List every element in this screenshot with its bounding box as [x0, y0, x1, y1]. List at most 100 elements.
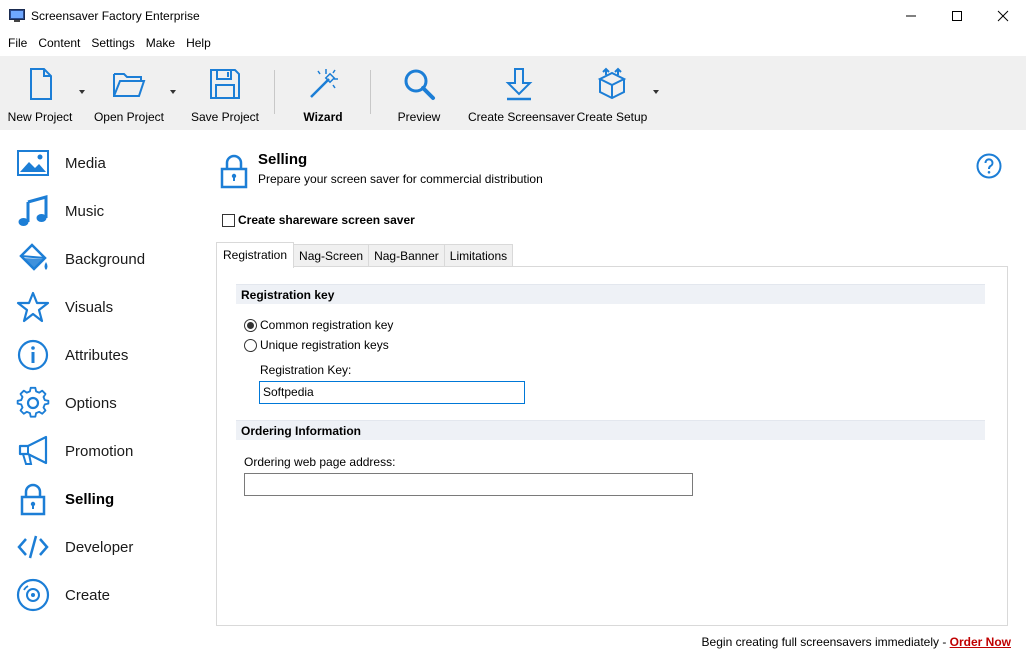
- sidebar-item-label: Developer: [65, 539, 134, 556]
- sidebar-item-music[interactable]: Music: [0, 186, 200, 234]
- sidebar-item-label: Music: [65, 203, 105, 220]
- sidebar-item-label: Options: [65, 395, 117, 412]
- preview-label: Preview: [397, 110, 441, 124]
- tab-nag-screen[interactable]: Nag-Screen: [293, 244, 370, 268]
- tab-bar: Registration Nag-Screen Nag-Banner Limit…: [216, 242, 514, 268]
- minimize-button[interactable]: [888, 0, 934, 32]
- open-project-dropdown-icon[interactable]: [170, 90, 176, 94]
- tab-registration[interactable]: Registration: [216, 242, 295, 268]
- group-header-registration: Registration key: [236, 284, 985, 304]
- open-project-label: Open Project: [93, 110, 165, 124]
- magnifier-icon: [404, 69, 435, 100]
- page-subtitle: Prepare your screen saver for commercial…: [258, 172, 543, 186]
- close-icon: [997, 10, 1009, 22]
- sidebar-item-label: Visuals: [65, 299, 114, 316]
- sidebar-item-promotion[interactable]: Promotion: [0, 426, 200, 474]
- shareware-checkbox[interactable]: Create shareware screen saver: [222, 213, 415, 227]
- sidebar-item-selling[interactable]: Selling: [0, 474, 200, 522]
- menu-settings[interactable]: Settings: [83, 33, 137, 53]
- create-screensaver-button[interactable]: Create Screensaver: [468, 56, 575, 130]
- new-project-button[interactable]: New Project: [4, 56, 76, 130]
- open-project-button[interactable]: Open Project: [92, 56, 166, 130]
- sidebar-item-developer[interactable]: Developer: [0, 522, 200, 570]
- footer-promo: Begin creating full screensavers immedia…: [702, 635, 1011, 649]
- lock-icon: [20, 483, 46, 516]
- sidebar-item-attributes[interactable]: Attributes: [0, 330, 200, 378]
- checkbox-box[interactable]: [222, 213, 235, 227]
- registration-key-input[interactable]: Softpedia: [259, 381, 525, 404]
- sidebar-item-label: Promotion: [65, 443, 134, 460]
- save-icon: [210, 69, 240, 99]
- new-document-icon: [30, 68, 52, 100]
- sidebar-item-options[interactable]: Options: [0, 378, 200, 426]
- sidebar-item-create[interactable]: Create: [0, 570, 200, 618]
- sidebar-item-label: Media: [65, 155, 106, 172]
- sidebar-item-label: Create: [65, 587, 111, 604]
- sidebar-item-label: Attributes: [65, 347, 129, 364]
- create-setup-dropdown-icon[interactable]: [653, 90, 659, 94]
- megaphone-icon: [18, 435, 48, 465]
- menu-make[interactable]: Make: [138, 33, 178, 53]
- group-header-ordering: Ordering Information: [236, 420, 985, 440]
- radio-button[interactable]: [244, 318, 257, 332]
- page-title: Selling: [258, 151, 308, 168]
- toolbar-separator: [274, 70, 275, 114]
- menu-file[interactable]: File: [0, 33, 30, 53]
- app-icon: [9, 9, 25, 22]
- window-title: Screensaver Factory Enterprise: [31, 9, 200, 23]
- radio-selected-dot: [247, 321, 254, 329]
- close-button[interactable]: [980, 0, 1026, 32]
- title-bar: Screensaver Factory Enterprise: [0, 0, 1026, 32]
- maximize-icon: [952, 11, 962, 21]
- wizard-label: Wizard: [303, 110, 343, 124]
- menu-content[interactable]: Content: [30, 33, 83, 53]
- paint-bucket-icon: [19, 243, 48, 271]
- create-setup-button[interactable]: Create Setup: [576, 56, 648, 130]
- sidebar-item-background[interactable]: Background: [0, 234, 200, 282]
- radio-unique-keys[interactable]: Unique registration keys: [244, 338, 389, 352]
- star-icon: [16, 291, 50, 323]
- info-icon: [17, 339, 49, 371]
- shareware-label: Create shareware screen saver: [238, 213, 415, 227]
- code-icon: [17, 535, 49, 559]
- tab-nag-banner[interactable]: Nag-Banner: [368, 244, 445, 268]
- save-project-button[interactable]: Save Project: [188, 56, 262, 130]
- toolbar: New Project Open Project Save Project Wi…: [0, 56, 1026, 130]
- magic-wand-icon: [310, 69, 338, 98]
- new-project-dropdown-icon[interactable]: [79, 90, 85, 94]
- preview-button[interactable]: Preview: [386, 56, 452, 130]
- help-icon[interactable]: [976, 153, 1002, 179]
- save-project-label: Save Project: [190, 110, 260, 124]
- lock-icon: [220, 154, 248, 189]
- sidebar-item-label: Background: [65, 251, 146, 268]
- sidebar-item-label: Selling: [65, 491, 115, 508]
- toolbar-separator: [370, 70, 371, 114]
- registration-key-label: Registration Key:: [260, 363, 352, 377]
- tab-limitations[interactable]: Limitations: [443, 244, 514, 268]
- new-project-label: New Project: [7, 110, 73, 124]
- sidebar-item-visuals[interactable]: Visuals: [0, 282, 200, 330]
- create-screensaver-label: Create Screensaver: [468, 110, 575, 124]
- radio-button[interactable]: [244, 338, 257, 352]
- gear-icon: [16, 386, 50, 418]
- order-now-link[interactable]: Order Now: [950, 635, 1011, 649]
- radio-common-label: Common registration key: [260, 318, 394, 332]
- maximize-button[interactable]: [934, 0, 980, 32]
- footer-text: Begin creating full screensavers immedia…: [701, 635, 950, 649]
- wizard-button[interactable]: Wizard: [290, 56, 356, 130]
- folder-icon: [113, 73, 146, 97]
- menu-help[interactable]: Help: [178, 33, 214, 53]
- radio-common-key[interactable]: Common registration key: [244, 318, 393, 332]
- package-icon: [597, 67, 627, 100]
- music-note-icon: [18, 195, 48, 226]
- disc-icon: [16, 578, 50, 612]
- ordering-address-label: Ordering web page address:: [244, 455, 396, 469]
- ordering-address-input[interactable]: [244, 473, 693, 496]
- create-setup-label: Create Setup: [576, 110, 648, 124]
- menu-bar: File Content Settings Make Help: [0, 33, 214, 53]
- sidebar-item-media[interactable]: Media: [0, 138, 200, 186]
- minimize-icon: [906, 15, 916, 17]
- image-icon: [17, 150, 49, 176]
- download-arrow-icon: [505, 68, 533, 101]
- radio-unique-label: Unique registration keys: [260, 338, 389, 352]
